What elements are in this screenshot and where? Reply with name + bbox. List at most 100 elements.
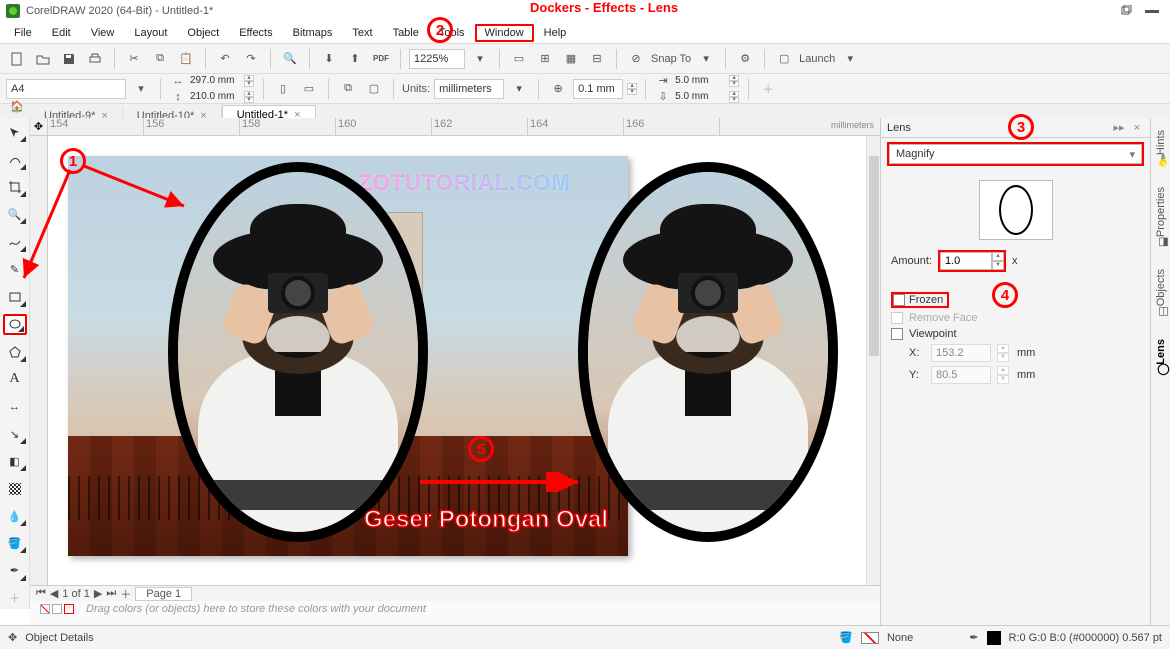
docker-tab-hints[interactable]: 💡Hints (1153, 124, 1169, 173)
object-details-label[interactable]: Object Details (25, 632, 93, 644)
docker-close-button[interactable]: × (1130, 121, 1144, 135)
menu-effects[interactable]: Effects (229, 24, 282, 42)
duplicate-y-input[interactable] (673, 90, 727, 103)
orientation-portrait[interactable]: ▯ (272, 78, 294, 100)
viewpoint-checkbox[interactable] (891, 328, 903, 340)
outline-pen-icon[interactable]: ✒ (969, 631, 978, 644)
menu-object[interactable]: Object (177, 24, 229, 42)
lens-ellipse-original[interactable] (168, 162, 428, 542)
amount-input[interactable] (940, 252, 992, 270)
show-rulers-button[interactable]: ⊞ (534, 48, 556, 70)
artistic-media-tool[interactable]: ✎ (3, 259, 27, 280)
viewpoint-x-input[interactable] (931, 344, 991, 362)
restore-button[interactable] (1114, 2, 1138, 20)
redo-button[interactable]: ↷ (240, 48, 262, 70)
menu-help[interactable]: Help (534, 24, 577, 42)
menu-file[interactable]: File (4, 24, 42, 42)
units-select[interactable] (434, 79, 504, 99)
pick-tool[interactable] (3, 122, 27, 143)
ellipse-tool[interactable] (3, 314, 27, 336)
vertical-scrollbar[interactable] (866, 136, 880, 585)
orientation-landscape[interactable]: ▭ (298, 78, 320, 100)
new-button[interactable] (6, 48, 28, 70)
cut-button[interactable]: ✂ (123, 48, 145, 70)
page-prev-button[interactable]: ◀ (50, 587, 58, 600)
viewpoint-y-input[interactable] (931, 366, 991, 384)
vertical-ruler[interactable] (30, 136, 48, 601)
lens-ellipse-copy[interactable] (578, 162, 838, 542)
page-last-button[interactable]: ⏭ (106, 587, 116, 600)
publish-pdf-button[interactable]: PDF (370, 48, 392, 70)
menu-text[interactable]: Text (342, 24, 382, 42)
parallel-dimension-tool[interactable]: ↔ (3, 396, 27, 417)
drawing-stage[interactable]: ✥ 154 156 158 160 162 164 166 millimeter… (30, 118, 880, 625)
nudge-input[interactable] (573, 79, 623, 99)
frozen-checkbox[interactable] (893, 294, 905, 306)
transparency-tool[interactable] (3, 478, 27, 499)
page-width-input[interactable] (188, 74, 242, 87)
zoom-level-input[interactable] (409, 49, 465, 69)
outline-tool[interactable]: ✒ (3, 560, 27, 581)
polygon-tool[interactable] (3, 341, 27, 362)
copy-button[interactable]: ⧉ (149, 48, 171, 70)
show-grid-button[interactable]: ▦ (560, 48, 582, 70)
search-button[interactable]: 🔍 (279, 48, 301, 70)
open-button[interactable] (32, 48, 54, 70)
fill-tool[interactable]: 🪣 (3, 533, 27, 554)
print-button[interactable] (84, 48, 106, 70)
page-tab-1[interactable]: Page 1 (135, 587, 192, 601)
snapto-dropdown[interactable]: ▾ (695, 48, 717, 70)
minimize-button[interactable] (1140, 2, 1164, 20)
fill-icon[interactable]: 🪣 (839, 631, 853, 644)
zoom-tool[interactable]: 🔍 (3, 204, 27, 225)
zoom-dropdown[interactable]: ▾ (469, 48, 491, 70)
launch-dropdown[interactable]: ▾ (839, 48, 861, 70)
docker-tab-properties[interactable]: ◧Properties (1153, 181, 1169, 255)
page-height-input[interactable] (188, 90, 242, 103)
home-view-icon[interactable]: 🏠 (6, 95, 28, 117)
page-first-button[interactable]: ⏮ (36, 587, 46, 600)
snap-off-button[interactable]: ⊘ (625, 48, 647, 70)
shape-tool[interactable] (3, 149, 27, 170)
eyedropper-tool[interactable]: 💧 (3, 505, 27, 526)
text-tool[interactable]: A (3, 369, 27, 390)
fullscreen-preview-button[interactable]: ▭ (508, 48, 530, 70)
canvas[interactable]: ZOTUTORIAL.COM 5 Geser Potongan Oval (48, 136, 880, 585)
page-preset-dropdown[interactable]: ▾ (130, 78, 152, 100)
page-add-button[interactable]: ＋ (120, 586, 131, 602)
units-dropdown[interactable]: ▾ (508, 78, 530, 100)
horizontal-ruler[interactable]: 154 156 158 160 162 164 166 millimeters (48, 118, 880, 136)
menu-edit[interactable]: Edit (42, 24, 81, 42)
lens-type-dropdown[interactable]: Magnify▾ (889, 144, 1142, 164)
paste-button[interactable]: 📋 (175, 48, 197, 70)
amount-spin-up[interactable]: ▲ (992, 252, 1004, 261)
show-guidelines-button[interactable]: ⊟ (586, 48, 608, 70)
docker-tab-lens[interactable]: ◯Lens (1153, 333, 1169, 383)
amount-spin-down[interactable]: ▼ (992, 261, 1004, 270)
photo-object[interactable]: ZOTUTORIAL.COM 5 Geser Potongan Oval (68, 156, 628, 556)
menu-table[interactable]: Table (383, 24, 429, 42)
outline-swatch[interactable] (987, 631, 1001, 645)
undo-button[interactable]: ↶ (214, 48, 236, 70)
options-button[interactable]: ⚙ (734, 48, 756, 70)
all-pages-button[interactable]: ⧉ (337, 78, 359, 100)
toolbox-expand[interactable]: ＋ (3, 588, 27, 609)
import-button[interactable]: ⬇ (318, 48, 340, 70)
menu-view[interactable]: View (81, 24, 125, 42)
connector-tool[interactable]: ↘ (3, 423, 27, 444)
docker-tab-objects[interactable]: ◫Objects (1153, 263, 1169, 324)
launch-label[interactable]: Launch (799, 53, 835, 65)
rectangle-tool[interactable] (3, 286, 27, 307)
ruler-origin[interactable]: ✥ (30, 118, 48, 136)
crop-tool[interactable] (3, 177, 27, 198)
snapto-label[interactable]: Snap To (651, 53, 691, 65)
menu-bitmaps[interactable]: Bitmaps (283, 24, 343, 42)
export-button[interactable]: ⬆ (344, 48, 366, 70)
docker-collapse-button[interactable]: ▸▸ (1112, 121, 1126, 135)
save-button[interactable] (58, 48, 80, 70)
menu-layout[interactable]: Layout (124, 24, 177, 42)
fill-swatch[interactable] (861, 632, 879, 644)
page-next-button[interactable]: ▶ (94, 587, 102, 600)
drop-shadow-tool[interactable]: ◧ (3, 451, 27, 472)
add-preset-button[interactable]: ＋ (757, 78, 779, 100)
